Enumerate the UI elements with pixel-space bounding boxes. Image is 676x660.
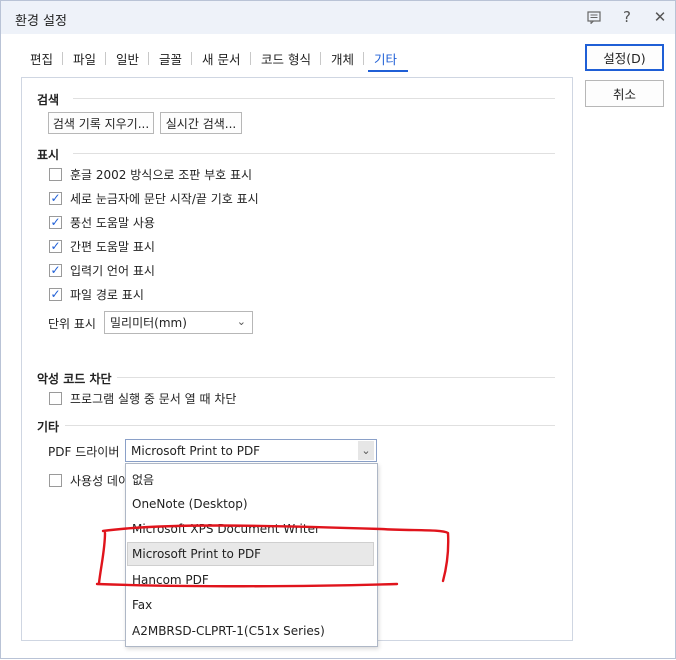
close-icon[interactable]: ✕ <box>647 5 673 29</box>
dropdown-option[interactable]: Microsoft XPS Document Writer <box>132 522 320 536</box>
malicious-code-section-heading: 악성 코드 차단 <box>37 372 112 386</box>
option-label: 풍선 도움말 사용 <box>70 215 155 230</box>
help-icon[interactable]: ? <box>614 5 640 29</box>
pdf-driver-label: PDF 드라이버 <box>48 445 120 459</box>
tab-divider <box>148 52 149 65</box>
checkbox-checked[interactable]: ✓ <box>49 239 62 253</box>
cancel-button[interactable]: 취소 <box>585 80 664 107</box>
tab-file[interactable]: 파일 <box>73 49 96 73</box>
pdf-driver-select[interactable]: Microsoft Print to PDF ⌄ <box>125 439 377 462</box>
clear-search-history-button[interactable]: 검색 기록 지우기... <box>48 112 154 134</box>
dropdown-option-selected[interactable]: Microsoft Print to PDF <box>132 547 261 561</box>
option-ruler-paragraph-marks[interactable]: ✓ 세로 눈금자에 문단 시작/끝 기호 표시 <box>49 189 259 207</box>
section-divider <box>73 98 555 99</box>
checkbox[interactable] <box>49 473 62 487</box>
tab-divider <box>105 52 106 65</box>
checkbox[interactable] <box>49 391 62 405</box>
option-input-language[interactable]: ✓ 입력기 언어 표시 <box>49 261 155 279</box>
tab-new-document[interactable]: 새 문서 <box>202 49 240 73</box>
section-divider <box>117 377 555 378</box>
pdf-driver-value: Microsoft Print to PDF <box>131 443 261 458</box>
other-section-heading: 기타 <box>37 420 60 434</box>
active-tab-indicator <box>368 70 408 72</box>
window-title: 환경 설정 <box>15 14 67 29</box>
tab-code-format[interactable]: 코드 형식 <box>261 49 311 73</box>
tab-divider <box>320 52 321 65</box>
section-divider <box>73 153 555 154</box>
dropdown-option[interactable]: Fax <box>132 598 152 612</box>
display-section-heading: 표시 <box>37 148 60 162</box>
tab-divider <box>191 52 192 65</box>
option-hangul2002-marks[interactable]: 훈글 2002 방식으로 조판 부호 표시 <box>49 165 252 183</box>
unit-label: 단위 표시 <box>48 317 96 331</box>
realtime-search-button[interactable]: 실시간 검색... <box>160 112 242 134</box>
option-simple-help[interactable]: ✓ 간편 도움말 표시 <box>49 237 155 255</box>
checkbox-checked[interactable]: ✓ <box>49 215 62 229</box>
dropdown-option[interactable]: OneNote (Desktop) <box>132 497 248 511</box>
tab-general[interactable]: 일반 <box>116 49 139 73</box>
chevron-down-icon: ⌄ <box>236 315 246 328</box>
checkbox-checked[interactable]: ✓ <box>49 191 62 205</box>
option-label: 간편 도움말 표시 <box>70 239 155 254</box>
option-label: 프로그램 실행 중 문서 열 때 차단 <box>70 391 237 406</box>
dropdown-option[interactable]: 없음 <box>132 471 154 488</box>
unit-select-value: 밀리미터(mm) <box>110 316 187 330</box>
option-label: 사용성 데이 <box>70 473 130 488</box>
checkbox[interactable] <box>49 167 62 181</box>
checkbox-checked[interactable]: ✓ <box>49 263 62 277</box>
tab-font[interactable]: 글꼴 <box>159 49 182 73</box>
chevron-down-icon[interactable]: ⌄ <box>358 441 374 460</box>
option-label: 파일 경로 표시 <box>70 287 144 302</box>
option-balloon-help[interactable]: ✓ 풍선 도움말 사용 <box>49 213 155 231</box>
option-label: 세로 눈금자에 문단 시작/끝 기호 표시 <box>70 191 259 206</box>
unit-select[interactable]: 밀리미터(mm) ⌄ <box>104 311 253 334</box>
option-label: 훈글 2002 방식으로 조판 부호 표시 <box>70 167 253 182</box>
tab-divider <box>250 52 251 65</box>
tab-edit[interactable]: 편집 <box>30 49 53 73</box>
section-divider <box>65 425 555 426</box>
option-block-on-open[interactable]: 프로그램 실행 중 문서 열 때 차단 <box>49 389 236 407</box>
dropdown-option[interactable]: Hancom PDF <box>132 573 209 587</box>
dropdown-option[interactable]: A2MBRSD-CLPRT-1(C51x Series) <box>132 624 325 638</box>
pdf-driver-dropdown-list: 없음 OneNote (Desktop) Microsoft XPS Docum… <box>125 463 378 647</box>
title-bar: 환경 설정 ? ✕ <box>1 1 675 34</box>
search-section-heading: 검색 <box>37 93 60 107</box>
option-label: 입력기 언어 표시 <box>70 263 155 278</box>
tab-divider <box>62 52 63 65</box>
comment-icon[interactable] <box>581 5 607 29</box>
settings-dialog: 환경 설정 ? ✕ 편집 파일 일반 글꼴 새 문서 코드 형식 개체 기타 검… <box>0 0 676 659</box>
option-file-path[interactable]: ✓ 파일 경로 표시 <box>49 285 144 303</box>
checkbox-checked[interactable]: ✓ <box>49 287 62 301</box>
tab-object[interactable]: 개체 <box>331 49 354 73</box>
tab-divider <box>363 52 364 65</box>
option-usage-data[interactable]: 사용성 데이 <box>49 471 129 489</box>
confirm-button[interactable]: 설정(D) <box>585 44 664 71</box>
